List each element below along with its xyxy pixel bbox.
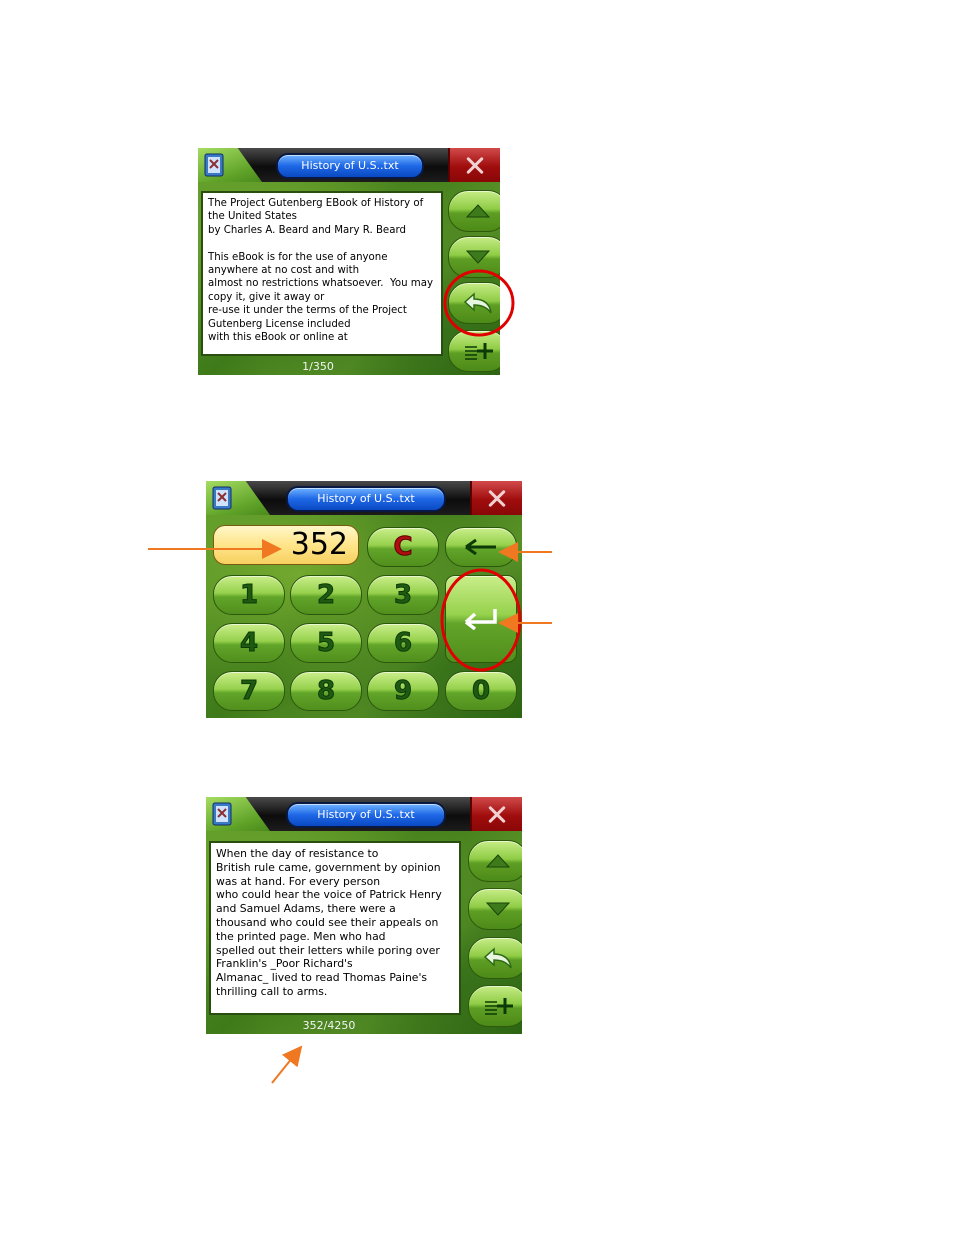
document-title: History of U.S..txt [286, 486, 446, 512]
digit-button-7[interactable]: 7 [213, 671, 285, 711]
text-line: with this eBook or online at [208, 331, 348, 343]
text-line: Almanac_ lived to read Thomas Paine's [216, 971, 428, 985]
scroll-down-button[interactable] [448, 236, 500, 278]
digit-button-6[interactable]: 6 [367, 623, 439, 663]
page-number-display[interactable]: 352 [213, 525, 359, 565]
backspace-arrow-icon [465, 539, 496, 555]
text-line: re-use it under the terms of the Project [208, 305, 407, 317]
digit-button-4[interactable]: 4 [213, 623, 285, 663]
digit-button-8[interactable]: 8 [290, 671, 362, 711]
clear-button[interactable]: C [367, 527, 439, 567]
book-text-area[interactable]: When the day of resistance to British ru… [209, 841, 461, 1015]
book-text-area[interactable]: The Project Gutenberg EBook of History o… [201, 191, 443, 356]
text-line: who could hear the voice of Patrick Henr… [216, 888, 442, 902]
book-icon [212, 486, 232, 510]
book-icon [212, 802, 232, 826]
return-arrow-icon [463, 292, 492, 314]
document-title: History of U.S..txt [276, 153, 424, 179]
text-line: This eBook is for the use of anyone [208, 251, 388, 263]
close-button[interactable] [448, 148, 500, 182]
text-line: British rule came, government by opinion [216, 860, 441, 874]
scroll-up-button[interactable] [468, 840, 522, 882]
text-line: by Charles A. Beard and Mary R. Beard [208, 224, 406, 236]
triangle-down-icon [486, 902, 510, 916]
text-line: anywhere at no cost and with [208, 264, 360, 276]
triangle-down-icon [466, 250, 490, 264]
text-line: the printed page. Men who had [216, 929, 386, 943]
text-line: When the day of resistance to [216, 847, 379, 860]
list-add-icon [465, 343, 493, 360]
text-line: almost no restrictions whatsoever. You m… [208, 278, 434, 290]
text-line: the United States [208, 211, 297, 223]
text-line: Gutenberg License included [208, 318, 351, 330]
text-line: copy it, give it away or [208, 291, 325, 303]
annotation-arrow [271, 1045, 303, 1084]
reader-screen-1: History of U.S..txt The Project Gutenber… [198, 148, 500, 375]
text-line [208, 237, 436, 250]
close-button[interactable] [470, 797, 522, 831]
goto-page-screen: History of U.S..txt 352 C 1 2 3 4 5 6 7 … [206, 481, 522, 718]
reader-screen-2: History of U.S..txt When the day of resi… [206, 797, 522, 1034]
text-line: thousand who could see their appeals on [216, 915, 439, 929]
text-line: thrilling call to arms. [216, 984, 328, 998]
goto-page-button[interactable] [468, 937, 522, 979]
enter-arrow-icon [464, 609, 497, 630]
goto-page-button[interactable] [448, 282, 500, 324]
digit-button-2[interactable]: 2 [290, 575, 362, 615]
add-bookmark-button[interactable] [468, 985, 522, 1027]
text-line: spelled out their letters while poring o… [216, 943, 440, 957]
digit-button-1[interactable]: 1 [213, 575, 285, 615]
enter-button[interactable] [445, 575, 517, 663]
triangle-up-icon [466, 204, 490, 218]
return-arrow-icon [483, 947, 512, 969]
list-add-icon [485, 998, 513, 1015]
scroll-down-button[interactable] [468, 888, 522, 930]
text-line: Franklin's _Poor Richard's [216, 957, 353, 971]
text-line: and Samuel Adams, there were a [216, 902, 396, 916]
scroll-up-button[interactable] [448, 190, 500, 232]
book-icon [204, 153, 224, 177]
add-bookmark-button[interactable] [448, 330, 500, 372]
digit-button-9[interactable]: 9 [367, 671, 439, 711]
close-button[interactable] [470, 481, 522, 515]
digit-button-5[interactable]: 5 [290, 623, 362, 663]
document-title: History of U.S..txt [286, 802, 446, 828]
page-indicator: 1/350 [302, 360, 334, 373]
triangle-up-icon [486, 854, 510, 868]
page-indicator: 352/4250 [302, 1019, 356, 1032]
digit-button-3[interactable]: 3 [367, 575, 439, 615]
digit-button-0[interactable]: 0 [445, 671, 517, 711]
backspace-button[interactable] [445, 527, 517, 567]
text-line: The Project Gutenberg EBook of History o… [208, 198, 424, 209]
text-line: was at hand. For every person [216, 874, 381, 888]
